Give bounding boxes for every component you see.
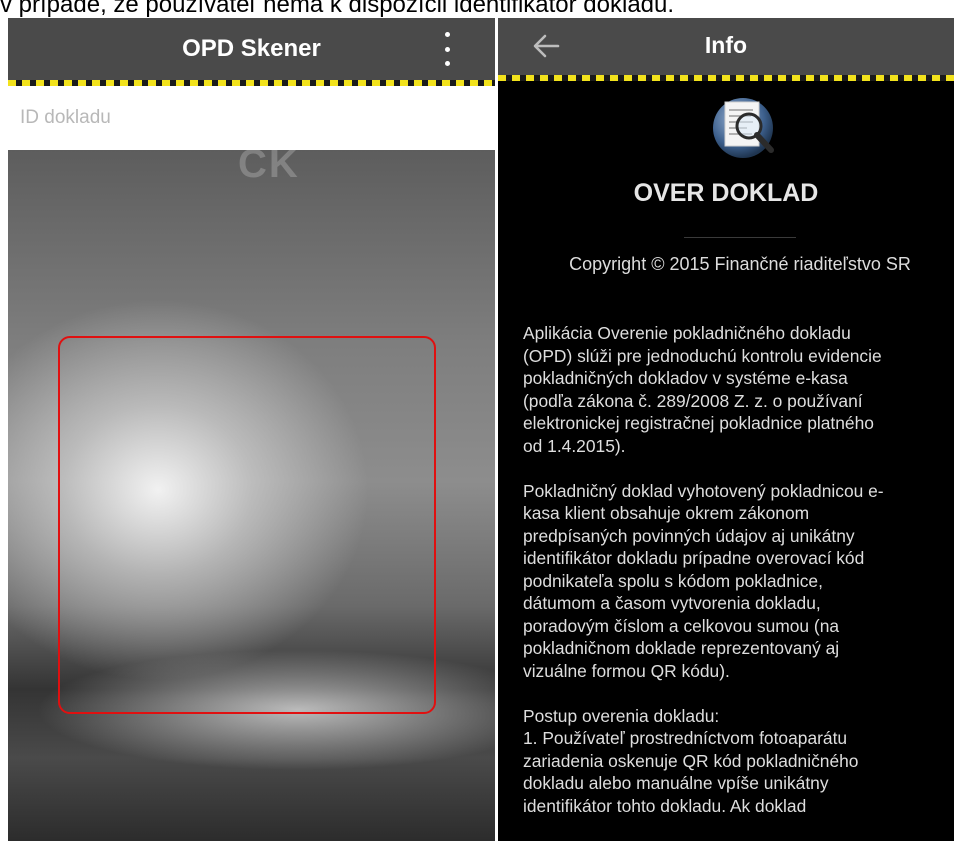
info-line: podnikateľa spolu s kódom pokladnice, — [523, 570, 823, 591]
info-line: Pokladničný doklad vyhotovený pokladnico… — [523, 480, 884, 501]
receipt-id-input[interactable] — [8, 86, 495, 150]
copyright-text: Copyright © 2015 Finančné riaditeľstvo S… — [569, 254, 911, 274]
receipt-magnifier-icon — [713, 98, 774, 158]
info-line: vizuálne formou QR kódu). — [523, 660, 730, 681]
scanner-screen: OPD Skener CK — [8, 18, 495, 841]
info-line: dátumom a časom vytvorenia dokladu, — [523, 593, 821, 613]
info-line: poradovým číslom a celkovou sumou (na — [523, 615, 840, 636]
info-line: (podľa zákona č. 289/2008 Z. z. o použív… — [523, 390, 863, 411]
screenshot-composite: v prípade, že používateľ nemá k dispozíc… — [0, 0, 954, 841]
info-screen: Info OVER DOKLAD Copyright © 2015 Finanč… — [498, 18, 954, 841]
info-line: dokladu alebo manuálne vpíše unikátny — [523, 773, 829, 793]
info-line: elektronickej registračnej pokladnice pl… — [523, 413, 874, 433]
menu-dot — [444, 46, 450, 52]
camera-blurred-text: CK — [238, 142, 300, 186]
info-line: zariadenia oskenuje QR kód pokladničného — [523, 750, 859, 771]
info-line: (OPD) slúži pre jednoduchú kontrolu evid… — [523, 345, 882, 366]
info-line: pokladničných dokladov v systéme e-kasa — [523, 368, 848, 388]
app-name: OVER DOKLAD — [633, 179, 819, 207]
hazard-stripe — [498, 75, 954, 81]
info-paragraph-2: Pokladničný doklad vyhotovený pokladnico… — [523, 480, 954, 683]
divider — [684, 237, 796, 238]
scanner-title: OPD Skener — [182, 35, 321, 62]
info-line: predpísaných povinných údajov aj unikátn… — [523, 525, 855, 546]
menu-dot — [444, 32, 450, 37]
info-line: pokladničnom doklade reprezentovaný aj — [523, 638, 840, 658]
info-line: identifikátor dokladu prípadne overovací… — [523, 548, 865, 568]
camera-preview[interactable]: CK — [8, 142, 495, 841]
info-paragraph-1: Aplikácia Overenie pokladničného dokladu… — [523, 322, 954, 457]
info-app-bar: Info — [498, 18, 954, 75]
qr-scan-frame — [58, 336, 436, 714]
info-line: kasa klient obsahuje okrem zákonom — [523, 503, 810, 523]
info-line: 1. Používateľ prostredníctvom fotoaparát… — [523, 728, 848, 748]
info-line: identifikátor tohto dokladu. Ak doklad — [523, 795, 807, 816]
info-title: Info — [704, 32, 748, 58]
scanner-app-bar: OPD Skener — [8, 18, 495, 80]
menu-dot — [444, 61, 450, 66]
info-paragraph-3: Postup overenia dokladu: 1. Používateľ p… — [523, 705, 954, 818]
info-line: Aplikácia Overenie pokladničného dokladu — [523, 323, 851, 343]
info-line: Postup overenia dokladu: — [523, 705, 720, 726]
info-line: od 1.4.2015). — [523, 435, 626, 456]
info-description: Aplikácia Overenie pokladničného dokladu… — [523, 322, 954, 840]
caption-text: v prípade, že používateľ nemá k dispozíc… — [0, 0, 675, 18]
more-vert-icon[interactable] — [433, 32, 461, 66]
